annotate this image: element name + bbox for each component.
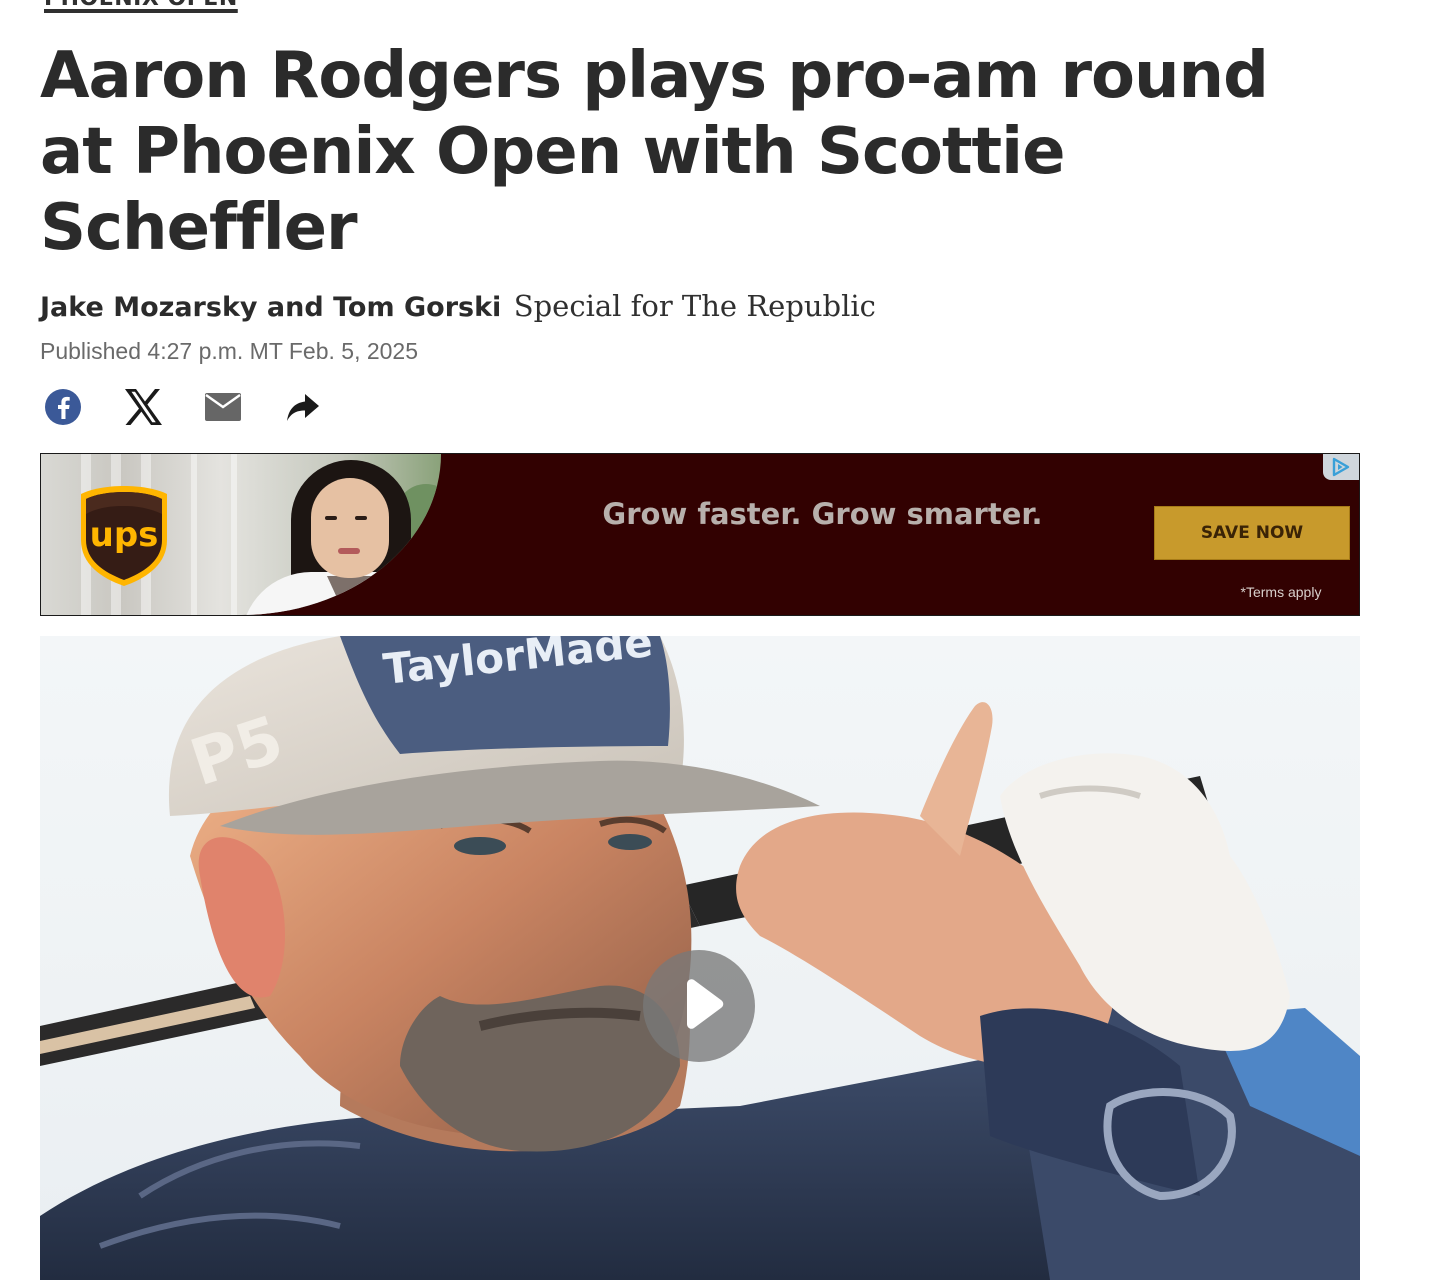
byline: Jake Mozarsky and Tom Gorski Special for… bbox=[40, 286, 876, 332]
article-headline: Aaron Rodgers plays pro-am round at Phoe… bbox=[40, 39, 1269, 265]
article-page: PHOENIX OPEN Aaron Rodgers plays pro-am … bbox=[0, 0, 1438, 1280]
play-icon bbox=[669, 974, 729, 1039]
share-bar bbox=[40, 384, 360, 430]
ad-terms: *Terms apply bbox=[1240, 584, 1322, 600]
byline-authors[interactable]: Jake Mozarsky and Tom Gorski bbox=[40, 292, 501, 323]
ups-logo[interactable]: ups bbox=[79, 484, 169, 588]
email-icon bbox=[204, 392, 242, 422]
video-player[interactable]: TaylorMade P5 bbox=[40, 636, 1360, 1280]
ad-save-now-button[interactable]: SAVE NOW bbox=[1154, 506, 1350, 560]
ad-headline: Grow faster. Grow smarter. bbox=[602, 497, 1043, 531]
section-label-link[interactable]: PHOENIX OPEN bbox=[44, 0, 238, 12]
ad-banner[interactable]: ups Grow faster. Grow smarter. SAVE NOW … bbox=[40, 453, 1360, 616]
share-email-button[interactable] bbox=[200, 384, 246, 430]
share-facebook-button[interactable] bbox=[40, 384, 86, 430]
ups-logo-text: ups bbox=[90, 515, 159, 555]
share-more-button[interactable] bbox=[280, 384, 326, 430]
adchoices-icon[interactable] bbox=[1323, 454, 1359, 480]
share-icon bbox=[285, 391, 321, 423]
facebook-icon bbox=[44, 388, 82, 426]
video-play-button[interactable] bbox=[643, 950, 755, 1062]
share-x-button[interactable] bbox=[120, 384, 166, 430]
published-timestamp: Published 4:27 p.m. MT Feb. 5, 2025 bbox=[40, 338, 419, 364]
byline-affiliation: Special for The Republic bbox=[513, 289, 876, 323]
x-icon bbox=[123, 388, 163, 426]
